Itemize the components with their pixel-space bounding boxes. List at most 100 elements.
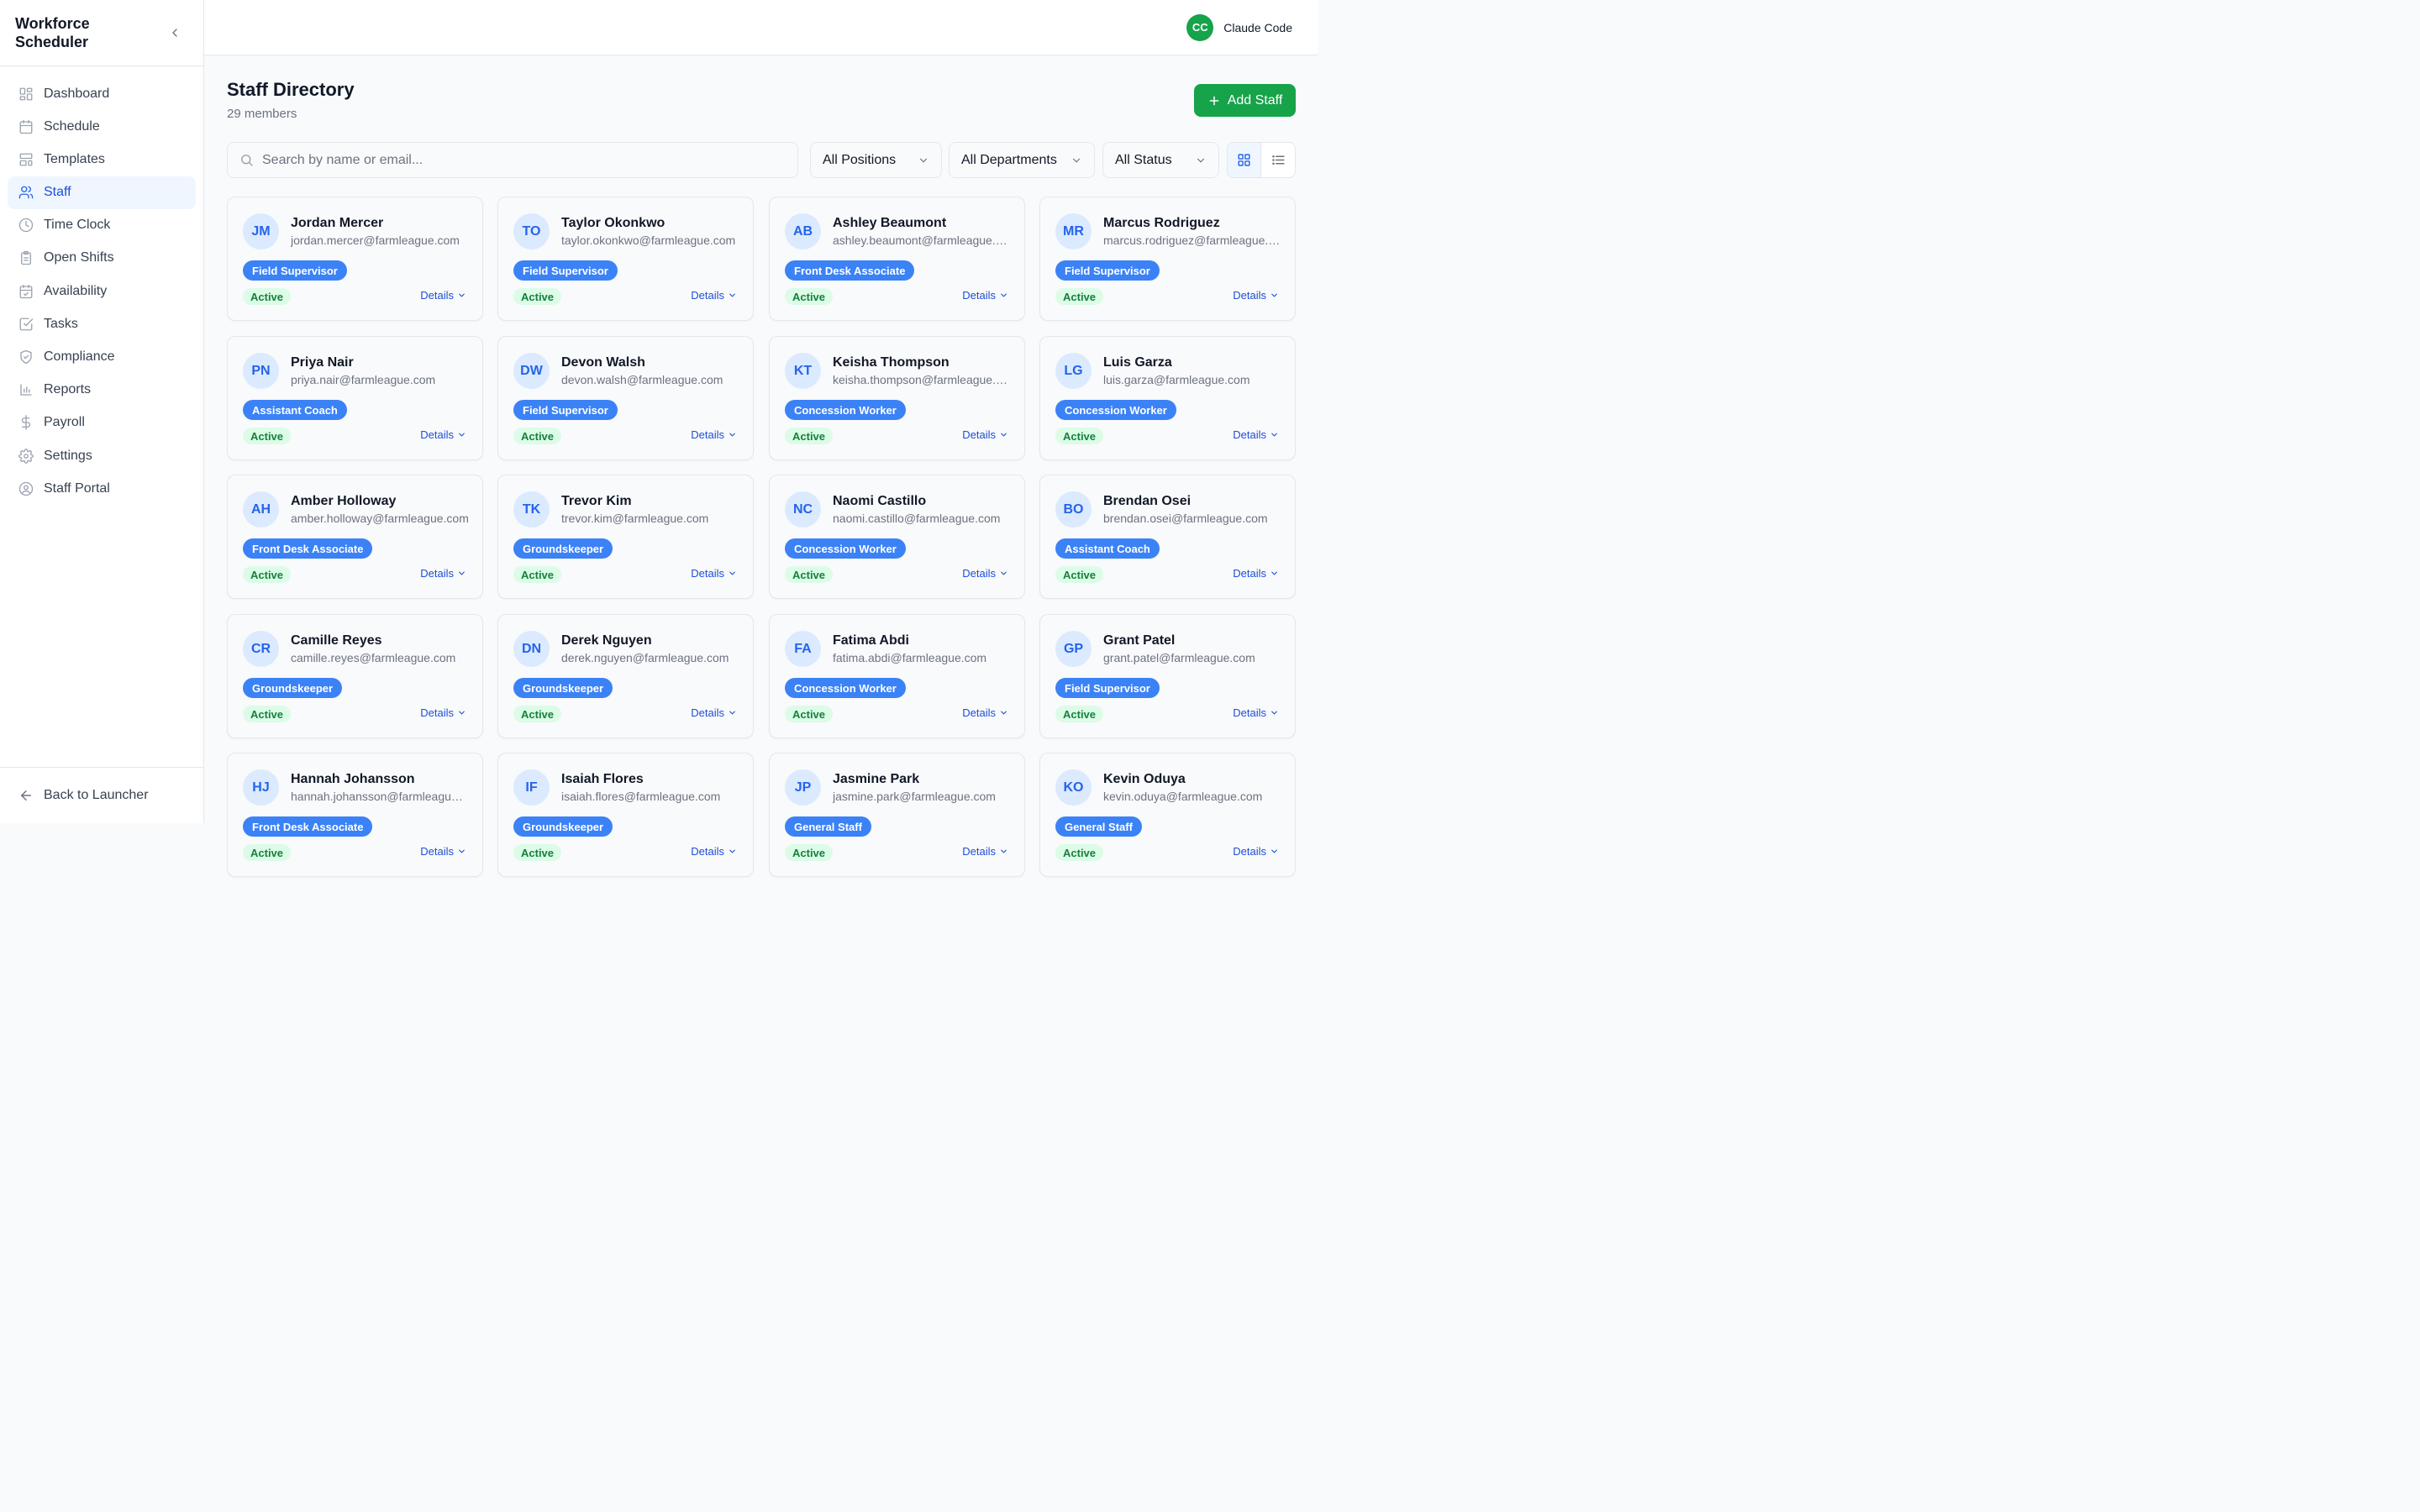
avatar: GP	[1055, 631, 1092, 667]
avatar: NC	[785, 491, 821, 528]
user-name[interactable]: Claude Code	[1223, 21, 1292, 34]
sidebar-item-open-shifts[interactable]: Open Shifts	[8, 242, 196, 275]
user-avatar[interactable]: CC	[1186, 13, 1214, 41]
details-toggle[interactable]: Details	[962, 428, 1008, 441]
staff-card[interactable]: TK Trevor Kim trevor.kim@farmleague.com Gro…	[497, 475, 754, 599]
sidebar-item-label: Payroll	[44, 415, 85, 430]
details-label: Details	[1233, 845, 1266, 858]
details-toggle[interactable]: Details	[1233, 706, 1279, 719]
details-toggle[interactable]: Details	[691, 567, 737, 580]
staff-card[interactable]: GP Grant Patel grant.patel@farmleague.com F…	[1039, 614, 1296, 738]
details-toggle[interactable]: Details	[962, 567, 1008, 580]
avatar: MR	[1055, 213, 1092, 249]
chevron-down-icon	[1271, 711, 1277, 715]
sidebar-item-label: Schedule	[44, 118, 100, 134]
staff-name: Amber Holloway	[291, 494, 397, 508]
sidebar-item-dashboard[interactable]: Dashboard	[8, 77, 196, 110]
details-toggle[interactable]: Details	[962, 289, 1008, 302]
sidebar-item-label: Templates	[44, 151, 105, 166]
staff-email: fatima.abdi@farmleague.com	[833, 651, 987, 664]
details-toggle[interactable]: Details	[962, 845, 1008, 858]
add-staff-button[interactable]: Add Staff	[1194, 84, 1296, 117]
staff-card[interactable]: JM Jordan Mercer jordan.mercer@farmleague.…	[227, 197, 483, 321]
staff-card[interactable]: KO Kevin Oduya kevin.oduya@farmleague.com G…	[1039, 753, 1296, 877]
details-toggle[interactable]: Details	[420, 289, 466, 302]
details-toggle[interactable]: Details	[420, 567, 466, 580]
collapse-sidebar-button[interactable]	[165, 23, 185, 43]
staff-card[interactable]: NC Naomi Castillo naomi.castillo@farmleagu…	[769, 475, 1025, 599]
details-toggle[interactable]: Details	[1233, 428, 1279, 441]
grid-icon	[1238, 154, 1250, 166]
staff-card[interactable]: IF Isaiah Flores isaiah.flores@farmleague.…	[497, 753, 754, 877]
staff-email: jasmine.park@farmleague.com	[833, 790, 996, 803]
staff-email: devon.walsh@farmleague.com	[561, 373, 723, 386]
details-toggle[interactable]: Details	[1233, 289, 1279, 302]
details-label: Details	[962, 845, 996, 858]
details-toggle[interactable]: Details	[691, 289, 737, 302]
status-badge: Active	[1055, 288, 1104, 305]
staff-card[interactable]: PN Priya Nair priya.nair@farmleague.com Ass…	[227, 336, 483, 460]
staff-card[interactable]: KT Keisha Thompson keisha.thompson@farmlea…	[769, 336, 1025, 460]
details-label: Details	[1233, 428, 1266, 441]
staff-card[interactable]: MR Marcus Rodriguez marcus.rodriguez@farml…	[1039, 197, 1296, 321]
status-filter-select[interactable]: All Status	[1102, 142, 1219, 178]
chevron-down-icon	[729, 849, 735, 853]
sidebar-item-schedule[interactable]: Schedule	[8, 110, 196, 143]
staff-card[interactable]: LG Luis Garza luis.garza@farmleague.com Con…	[1039, 336, 1296, 460]
staff-card[interactable]: BO Brendan Osei brendan.osei@farmleague.co…	[1039, 475, 1296, 599]
sidebar-item-payroll[interactable]: Payroll	[8, 407, 196, 439]
details-toggle[interactable]: Details	[962, 706, 1008, 719]
status-badge: Active	[513, 706, 562, 722]
filter-bar: All Positions All Departments All Status	[227, 142, 1296, 178]
details-label: Details	[691, 706, 724, 719]
details-toggle[interactable]: Details	[420, 845, 466, 858]
search-box	[227, 142, 798, 178]
sidebar-item-templates[interactable]: Templates	[8, 143, 196, 176]
details-toggle[interactable]: Details	[1233, 845, 1279, 858]
grid-view-button[interactable]	[1228, 143, 1262, 177]
details-toggle[interactable]: Details	[420, 428, 466, 441]
sidebar-item-staff-portal[interactable]: Staff Portal	[8, 472, 196, 505]
details-label: Details	[962, 428, 996, 441]
sidebar-item-reports[interactable]: Reports	[8, 374, 196, 407]
staff-card[interactable]: JP Jasmine Park jasmine.park@farmleague.co…	[769, 753, 1025, 877]
sidebar-item-availability[interactable]: Availability	[8, 275, 196, 307]
details-toggle[interactable]: Details	[691, 706, 737, 719]
details-toggle[interactable]: Details	[691, 845, 737, 858]
sidebar-item-staff[interactable]: Staff	[8, 176, 196, 209]
search-input[interactable]	[262, 152, 766, 168]
sidebar-item-settings[interactable]: Settings	[8, 439, 196, 472]
bar-chart-icon	[18, 382, 34, 397]
position-badge: Field Supervisor	[243, 260, 347, 281]
avatar: DW	[513, 353, 550, 389]
staff-card[interactable]: FA Fatima Abdi fatima.abdi@farmleague.com C…	[769, 614, 1025, 738]
staff-card[interactable]: TO Taylor Okonkwo taylor.okonkwo@farmleagu…	[497, 197, 754, 321]
details-toggle[interactable]: Details	[691, 428, 737, 441]
position-badge: Field Supervisor	[1055, 678, 1160, 698]
details-toggle[interactable]: Details	[420, 706, 466, 719]
avatar: PN	[243, 353, 279, 389]
staff-card[interactable]: HJ Hannah Johansson hannah.johansson@farml…	[227, 753, 483, 877]
sidebar-item-label: Time Clock	[44, 218, 111, 233]
staff-card[interactable]: DN Derek Nguyen derek.nguyen@farmleague.co…	[497, 614, 754, 738]
sidebar-item-compliance[interactable]: Compliance	[8, 341, 196, 374]
staff-card[interactable]: DW Devon Walsh devon.walsh@farmleague.com F…	[497, 336, 754, 460]
staff-name: Hannah Johansson	[291, 772, 415, 786]
position-badge: Front Desk Associate	[243, 816, 373, 837]
staff-card[interactable]: CR Camille Reyes camille.reyes@farmleague.…	[227, 614, 483, 738]
chevron-down-icon	[1197, 158, 1205, 163]
list-view-button[interactable]	[1261, 143, 1295, 177]
position-badge: Groundskeeper	[243, 678, 343, 698]
position-badge: Field Supervisor	[513, 400, 618, 420]
staff-card[interactable]: AB Ashley Beaumont ashley.beaumont@farmlea…	[769, 197, 1025, 321]
departments-filter-select[interactable]: All Departments	[949, 142, 1095, 178]
avatar: FA	[785, 631, 821, 667]
position-badge: Field Supervisor	[1055, 260, 1160, 281]
arrow-left-icon	[18, 788, 34, 803]
details-toggle[interactable]: Details	[1233, 567, 1279, 580]
back-to-launcher-link[interactable]: Back to Launcher	[0, 767, 203, 823]
positions-filter-select[interactable]: All Positions	[810, 142, 942, 178]
staff-card[interactable]: AH Amber Holloway amber.holloway@farmleagu…	[227, 475, 483, 599]
sidebar-item-tasks[interactable]: Tasks	[8, 307, 196, 340]
sidebar-item-time-clock[interactable]: Time Clock	[8, 209, 196, 242]
